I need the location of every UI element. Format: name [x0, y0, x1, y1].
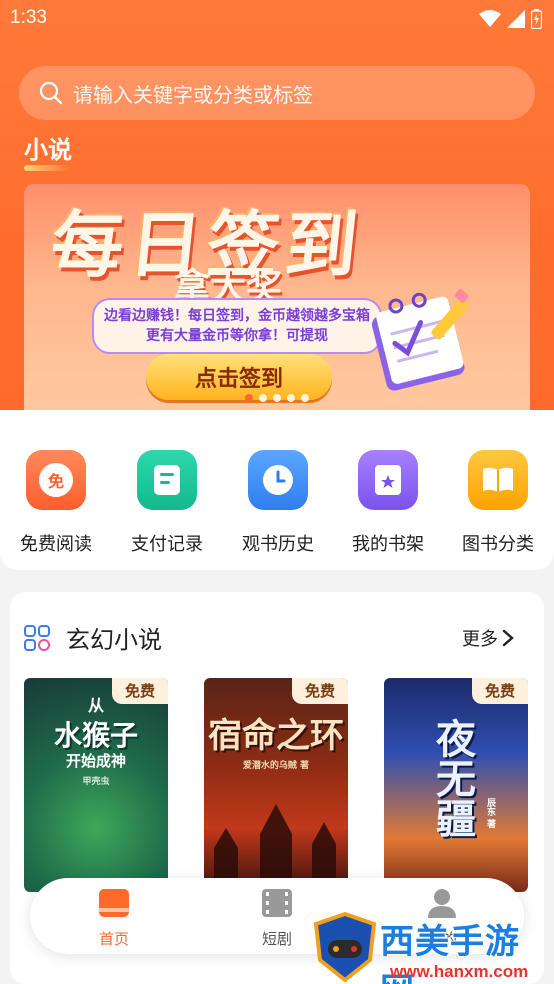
- notepad-pencil-icon: [371, 288, 469, 391]
- status-time: 1:33: [10, 7, 47, 28]
- watermark-url: www.hanxm.com: [390, 962, 529, 981]
- book-cover-title: 宿命之环: [208, 716, 344, 756]
- menu-payment-record[interactable]: 支付记录: [117, 450, 217, 556]
- free-badge: 免费: [292, 678, 348, 704]
- more-label: 更多: [462, 629, 498, 650]
- menu-label: 免费阅读: [20, 534, 92, 555]
- menu-history[interactable]: 观书历史: [228, 450, 328, 556]
- menu-label: 支付记录: [131, 534, 203, 555]
- history-clock-icon: [248, 450, 308, 510]
- tab-label: 首页: [98, 930, 129, 948]
- book-card[interactable]: 夜无疆 辰东 著 免费: [384, 678, 528, 892]
- menu-bookshelf[interactable]: 我的书架: [338, 450, 438, 556]
- signin-banner[interactable]: 每日签到 拿大奖 边看边赚钱！每日签到，金币越领越多宝箱更有大量金币等你拿！可提…: [24, 184, 530, 410]
- menu-free-read[interactable]: 免 免费阅读: [6, 450, 106, 556]
- wifi-icon: [479, 10, 501, 27]
- category-book-icon: [468, 450, 528, 510]
- free-badge: 免费: [472, 678, 528, 704]
- quick-menu: 免 免费阅读 支付记录 观书历史 我的书架 图书分类: [0, 410, 554, 570]
- search-placeholder: 请输入关键字或分类或标签: [73, 82, 313, 107]
- menu-category[interactable]: 图书分类: [448, 450, 548, 556]
- watermark: 西美手游网 www.hanxm.com: [312, 912, 554, 984]
- menu-label: 图书分类: [462, 534, 534, 555]
- chevron-right-icon: [502, 629, 514, 647]
- search-input[interactable]: 请输入关键字或分类或标签: [19, 66, 535, 120]
- more-button[interactable]: 更多: [462, 625, 514, 651]
- grid-category-icon: [24, 625, 50, 651]
- book-card[interactable]: 宿命之环 爱潜水的乌贼 著 免费: [204, 678, 348, 892]
- banner-description: 边看边赚钱！每日签到，金币越领越多宝箱更有大量金币等你拿！可提现: [92, 298, 382, 354]
- pagination-dot: [259, 394, 267, 402]
- book-cover-author: 甲壳虫: [82, 777, 110, 787]
- tab-label: 短剧: [261, 930, 292, 948]
- pagination-dot: [245, 394, 253, 402]
- pagination-dot: [301, 394, 309, 402]
- menu-label: 观书历史: [242, 534, 314, 555]
- tab-underline: [24, 165, 70, 171]
- book-cover-author: 爱潜水的乌贼 著: [242, 761, 310, 771]
- book-cover-title: 夜无疆: [429, 718, 475, 838]
- payment-record-icon: [137, 450, 197, 510]
- pagination-dot: [287, 394, 295, 402]
- section-title: 玄幻小说: [66, 626, 162, 654]
- search-icon: [39, 81, 63, 105]
- watermark-logo: [313, 912, 377, 982]
- signal-icon: [507, 10, 525, 28]
- status-bar: 1:33: [0, 0, 554, 40]
- free-badge: 免费: [112, 678, 168, 704]
- book-cover-title: 水猴子: [53, 719, 138, 752]
- bookshelf-icon: [358, 450, 418, 510]
- book-card[interactable]: 从 水猴子 开始成神 甲壳虫 免费: [24, 678, 168, 892]
- book-cover-line: 开始成神: [65, 752, 126, 770]
- tab-novel[interactable]: 小说: [24, 130, 72, 165]
- battery-icon: [531, 9, 542, 29]
- home-book-icon: [99, 889, 129, 917]
- menu-label: 我的书架: [352, 534, 424, 555]
- banner-pagination: [245, 394, 309, 402]
- tab-short-drama[interactable]: 短剧: [237, 888, 317, 949]
- tab-home[interactable]: 首页: [74, 888, 154, 949]
- book-cover-author: 辰东 著: [485, 798, 495, 829]
- free-read-icon: 免: [26, 450, 86, 510]
- film-icon: [262, 889, 292, 917]
- pagination-dot: [273, 394, 281, 402]
- status-icons: [479, 9, 542, 29]
- free-read-glyph: 免: [39, 463, 73, 497]
